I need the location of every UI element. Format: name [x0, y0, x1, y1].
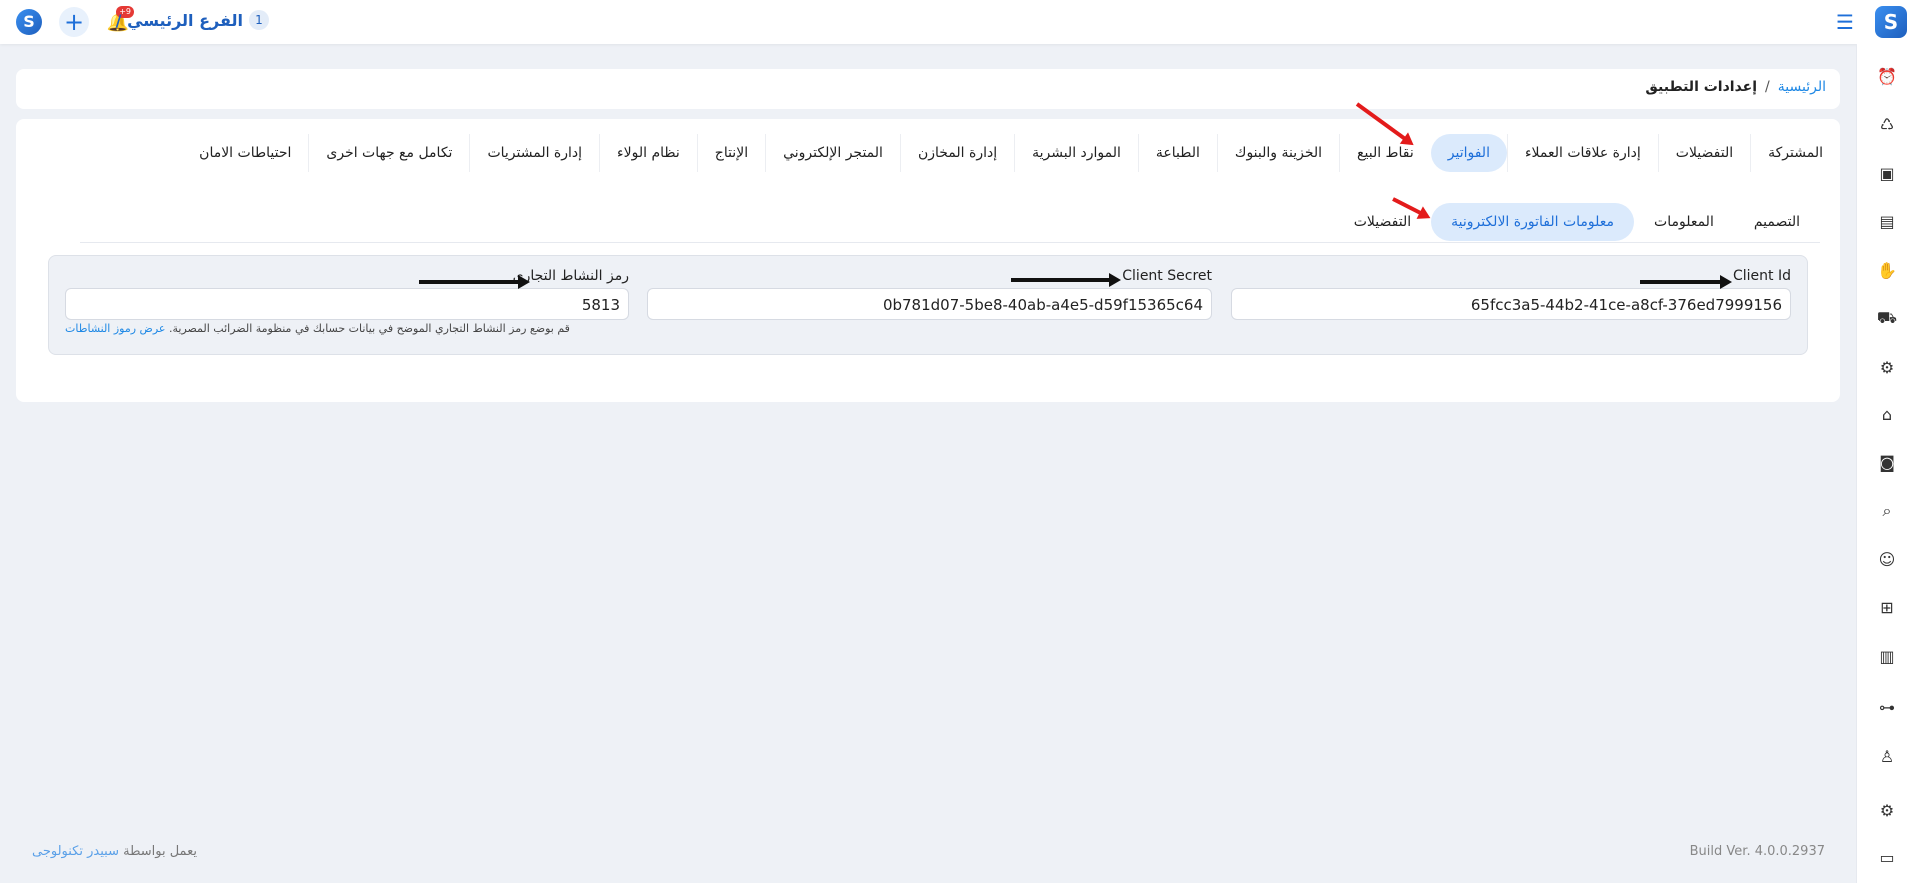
hand-coin-icon[interactable]: ✋ — [1875, 258, 1899, 282]
view-activity-codes-link[interactable]: عرض رموز النشاطات — [65, 322, 165, 335]
tab-preferences[interactable]: التفضيلات — [1657, 134, 1750, 172]
breadcrumb-separator: / — [1765, 79, 1770, 95]
breadcrumb: الرئيسية / إعدادات التطبيق — [1645, 79, 1826, 95]
tab-integrations[interactable]: تكامل مع جهات اخرى — [308, 134, 469, 172]
client-id-input[interactable]: 65fcc3a5-44b2-41ce-a8cf-376ed7999156 — [1231, 288, 1791, 320]
powered-by-prefix: يعمل بواسطة — [123, 844, 197, 859]
alarm-icon[interactable]: ⏰ — [1875, 64, 1899, 88]
top-bar: S + 🔔 +9 1 الفرع الرئيسي / ☰ S — [0, 0, 1919, 44]
client-secret-input[interactable]: 0b781d07-5be8-40ab-a4e5-d59f15365c64 — [647, 288, 1212, 320]
tab-ecommerce[interactable]: المتجر الإلكتروني — [765, 134, 900, 172]
subtab-design[interactable]: التصميم — [1734, 203, 1820, 241]
tab-hr[interactable]: الموارد البشرية — [1014, 134, 1138, 172]
branch-selector[interactable]: 1 الفرع الرئيسي / — [116, 10, 269, 30]
invoice-icon[interactable]: ▥ — [1875, 644, 1899, 668]
tab-invoices[interactable]: الفواتير — [1430, 134, 1507, 172]
image-icon[interactable]: ▣ — [1875, 161, 1899, 185]
safe-icon[interactable]: ◙ — [1875, 450, 1899, 474]
annotation-arrow-activity-code — [419, 275, 530, 289]
app-logo-icon[interactable]: S — [16, 9, 42, 35]
tab-purchases[interactable]: إدارة المشتريات — [469, 134, 599, 172]
activity-code-field: رمز النشاط التجارى 5813 قم بوضع رمز النش… — [65, 268, 629, 335]
e-invoice-form: Client Id 65fcc3a5-44b2-41ce-a8cf-376ed7… — [48, 255, 1808, 355]
tab-loyalty[interactable]: نظام الولاء — [599, 134, 697, 172]
tab-warehouses[interactable]: إدارة المخازن — [899, 134, 1014, 172]
client-secret-label: Client Secret — [1122, 268, 1212, 284]
page-title: إعدادات التطبيق — [1645, 79, 1758, 95]
powered-by: يعمل بواسطة سبيدر تكنولوجى — [32, 844, 197, 859]
recycle-icon[interactable]: ♺ — [1875, 112, 1899, 136]
tab-shared[interactable]: المشتركة — [1750, 134, 1840, 172]
settings-card-icon[interactable]: ⚙ — [1875, 355, 1899, 379]
client-id-field: Client Id 65fcc3a5-44b2-41ce-a8cf-376ed7… — [1231, 268, 1791, 320]
client-secret-field: Client Secret 0b781d07-5be8-40ab-a4e5-d5… — [647, 268, 1212, 320]
tab-crm[interactable]: إدارة علاقات العملاء — [1506, 134, 1658, 172]
sidebar-rail: ⏰ ♺ ▣ ▤ ✋ ⛟ ⚙ ⌂ ◙ ⌕ ☺ ⊞ ▥ ⊶ ♙ ⚙ ▭ — [1856, 44, 1919, 883]
activity-code-hint-text: قم بوضع رمز النشاط التجاري الموضح في بيا… — [168, 322, 570, 335]
search-doc-icon[interactable]: ⌕ — [1875, 499, 1899, 523]
branch-number: 1 — [249, 10, 269, 30]
window-icon[interactable]: ▭ — [1875, 845, 1899, 869]
robot-icon[interactable]: ☺ — [1875, 547, 1899, 571]
wallet-icon[interactable]: ▤ — [1875, 209, 1899, 233]
settings-tabs: المشتركة التفضيلات إدارة علاقات العملاء … — [182, 133, 1840, 173]
activity-code-hint: قم بوضع رمز النشاط التجاري الموضح في بيا… — [65, 322, 629, 335]
activity-code-label: رمز النشاط التجارى — [512, 268, 629, 284]
tab-treasury[interactable]: الخزينة والبنوك — [1216, 134, 1339, 172]
hierarchy-icon[interactable]: ⊞ — [1875, 595, 1899, 619]
branch-name: الفرع الرئيسي / — [115, 10, 243, 30]
tab-printing[interactable]: الطباعة — [1137, 134, 1217, 172]
add-button[interactable]: + — [59, 7, 89, 37]
menu-toggle-icon[interactable]: ☰ — [1833, 10, 1857, 34]
subtab-information[interactable]: المعلومات — [1634, 203, 1734, 241]
workflow-icon[interactable]: ⊶ — [1875, 695, 1899, 719]
gear-icon[interactable]: ⚙ — [1875, 798, 1899, 822]
breadcrumb-home-link[interactable]: الرئيسية — [1778, 79, 1826, 95]
annotation-arrow-client-secret — [1011, 273, 1121, 287]
invoice-subtabs: التصميم المعلومات معلومات الفاتورة الالك… — [80, 202, 1820, 243]
brand-logo-icon[interactable]: S — [1875, 6, 1907, 38]
powered-by-brand[interactable]: سبيدر تكنولوجى — [32, 844, 119, 859]
settings-card: المشتركة التفضيلات إدارة علاقات العملاء … — [16, 119, 1840, 402]
subtab-e-invoice-info[interactable]: معلومات الفاتورة الالكترونية — [1431, 203, 1635, 241]
annotation-arrow-client-id — [1640, 275, 1732, 289]
truck-icon[interactable]: ⛟ — [1875, 306, 1899, 330]
breadcrumb-card: الرئيسية / إعدادات التطبيق — [16, 69, 1840, 109]
tab-security[interactable]: احتياطات الامان — [182, 134, 308, 172]
build-version: Build Ver. 4.0.0.2937 — [1689, 844, 1825, 859]
store-icon[interactable]: ⌂ — [1875, 402, 1899, 426]
user-settings-icon[interactable]: ♙ — [1875, 744, 1899, 768]
activity-code-input[interactable]: 5813 — [65, 288, 629, 320]
tab-production[interactable]: الإنتاج — [696, 134, 765, 172]
